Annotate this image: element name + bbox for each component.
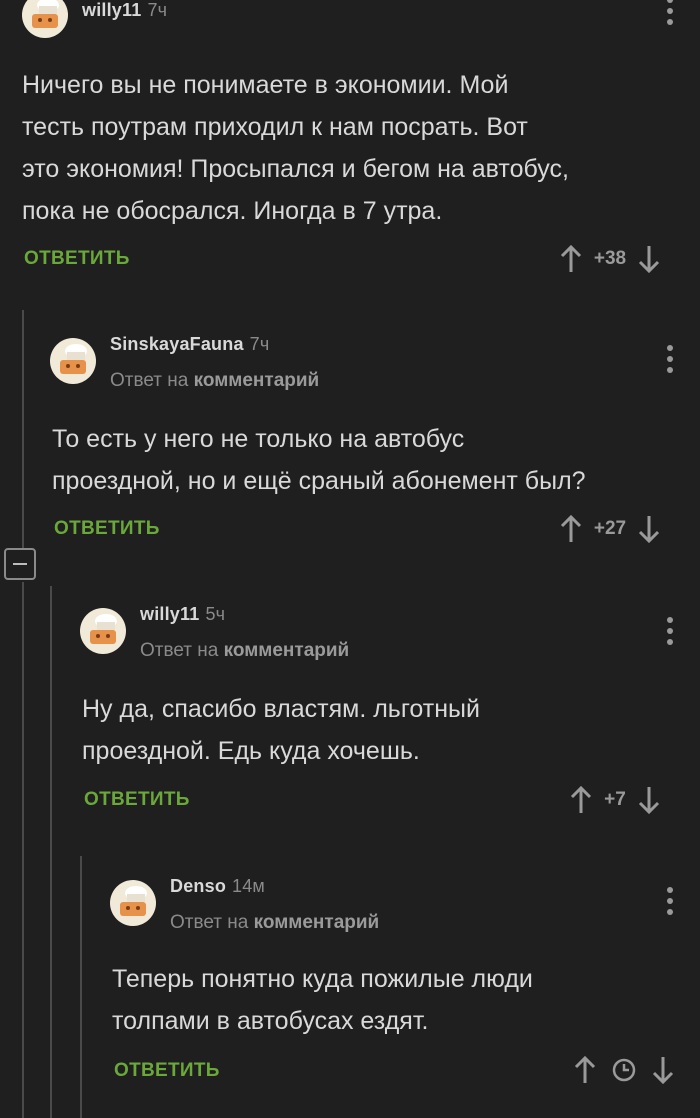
downvote-button[interactable] — [636, 785, 662, 815]
comment-menu-button[interactable] — [660, 884, 680, 918]
arrow-down-icon — [638, 246, 660, 274]
comment-menu-button[interactable] — [660, 614, 680, 648]
rating: +38 — [593, 248, 627, 269]
reply-to-link[interactable]: комментарий — [254, 912, 380, 933]
rating: +27 — [593, 518, 627, 539]
upvote-button[interactable] — [568, 785, 594, 815]
reply-to: Ответ на комментарий — [140, 640, 349, 662]
comment-menu-button[interactable] — [660, 0, 680, 28]
avatar[interactable] — [80, 608, 126, 654]
arrow-up-icon — [574, 1055, 596, 1083]
comment-text-line: пока не обосрался. Иногда в 7 утра. — [22, 197, 443, 225]
thread-line-level-2 — [50, 586, 52, 1118]
avatar-chef-icon — [32, 0, 59, 28]
reply-to: Ответ на комментарий — [110, 370, 319, 392]
vote-controls: +7 — [568, 785, 662, 815]
downvote-button[interactable] — [636, 514, 662, 544]
upvote-button[interactable] — [558, 514, 584, 544]
vote-controls: +27 — [558, 514, 662, 544]
author-name[interactable]: SinskayaFauna — [110, 334, 244, 354]
arrow-down-icon — [652, 1057, 674, 1085]
comment-text-line: Ну да, спасибо властям. льготный — [82, 695, 480, 723]
kebab-menu-icon — [667, 0, 673, 25]
vote-controls — [572, 1055, 676, 1085]
comment-text-line: проездной. Едь куда хочешь. — [82, 737, 420, 765]
comment-text: То есть у него не только на автобус прое… — [52, 418, 586, 502]
arrow-down-icon — [638, 787, 660, 815]
reply-button[interactable]: ОТВЕТИТЬ — [114, 1060, 220, 1082]
avatar[interactable] — [50, 338, 96, 384]
author-name[interactable]: willy11 — [82, 0, 141, 20]
comment-time: 14м — [232, 876, 266, 896]
author-name[interactable]: Denso — [170, 876, 226, 896]
comment-text-line: толпами в автобусах ездят. — [112, 1007, 429, 1035]
comment-author[interactable]: willy11 7ч — [82, 0, 167, 21]
comment-text-line: Теперь понятно куда пожилые люди — [112, 965, 533, 993]
reply-button[interactable]: ОТВЕТИТЬ — [54, 518, 160, 540]
clock-icon — [612, 1058, 636, 1082]
comment-time: 7ч — [249, 334, 270, 354]
reply-button[interactable]: ОТВЕТИТЬ — [24, 248, 130, 270]
reply-prefix: Ответ на — [170, 912, 249, 933]
rating: +7 — [604, 789, 626, 810]
downvote-button[interactable] — [636, 244, 662, 274]
comment-time: 5ч — [205, 604, 226, 624]
thread-line-level-1 — [22, 582, 24, 1118]
kebab-menu-icon — [667, 345, 673, 373]
avatar[interactable] — [22, 0, 68, 38]
reply-prefix: Ответ на — [140, 640, 219, 661]
comment-text-line: это экономия! Просыпался и бегом на авто… — [22, 155, 569, 183]
arrow-up-icon — [570, 785, 592, 813]
reply-to: Ответ на комментарий — [170, 912, 379, 934]
arrow-up-icon — [560, 244, 582, 272]
kebab-menu-icon — [667, 887, 673, 915]
thread-line-level-3 — [80, 856, 82, 1118]
comment-author[interactable]: willy11 5ч — [140, 604, 225, 625]
thread-line-level-1 — [22, 310, 24, 550]
kebab-menu-icon — [667, 617, 673, 645]
arrow-up-icon — [560, 514, 582, 542]
reply-to-link[interactable]: комментарий — [194, 370, 320, 391]
comment-author[interactable]: SinskayaFauna 7ч — [110, 334, 269, 355]
vote-controls: +38 — [558, 244, 662, 274]
collapse-thread-button[interactable] — [4, 548, 36, 580]
reply-to-link[interactable]: комментарий — [224, 640, 350, 661]
upvote-button[interactable] — [558, 244, 584, 274]
comment-text-line: тесть поутрам приходил к нам посрать. Во… — [22, 113, 528, 141]
arrow-down-icon — [638, 516, 660, 544]
comment-time: 7ч — [147, 0, 168, 20]
author-name[interactable]: willy11 — [140, 604, 199, 624]
avatar[interactable] — [110, 880, 156, 926]
comment-text-line: Ничего вы не понимаете в экономии. Мой — [22, 71, 509, 99]
downvote-button[interactable] — [650, 1055, 676, 1085]
rating-hidden — [598, 1057, 650, 1083]
comment-text-line: То есть у него не только на автобус — [52, 425, 465, 453]
comment-author[interactable]: Denso 14м — [170, 876, 265, 897]
comment-text: Теперь понятно куда пожилые люди толпами… — [112, 958, 533, 1042]
upvote-button[interactable] — [572, 1055, 598, 1085]
avatar-chef-icon — [60, 344, 87, 374]
avatar-chef-icon — [120, 886, 147, 916]
comment-text: Ничего вы не понимаете в экономии. Мой т… — [22, 64, 569, 232]
comment-text-line: проездной, но и ещё сраный абонемент был… — [52, 467, 586, 495]
reply-button[interactable]: ОТВЕТИТЬ — [84, 789, 190, 811]
comment-menu-button[interactable] — [660, 342, 680, 376]
avatar-chef-icon — [90, 614, 117, 644]
reply-prefix: Ответ на — [110, 370, 189, 391]
comment-text: Ну да, спасибо властям. льготный проездн… — [82, 688, 480, 772]
